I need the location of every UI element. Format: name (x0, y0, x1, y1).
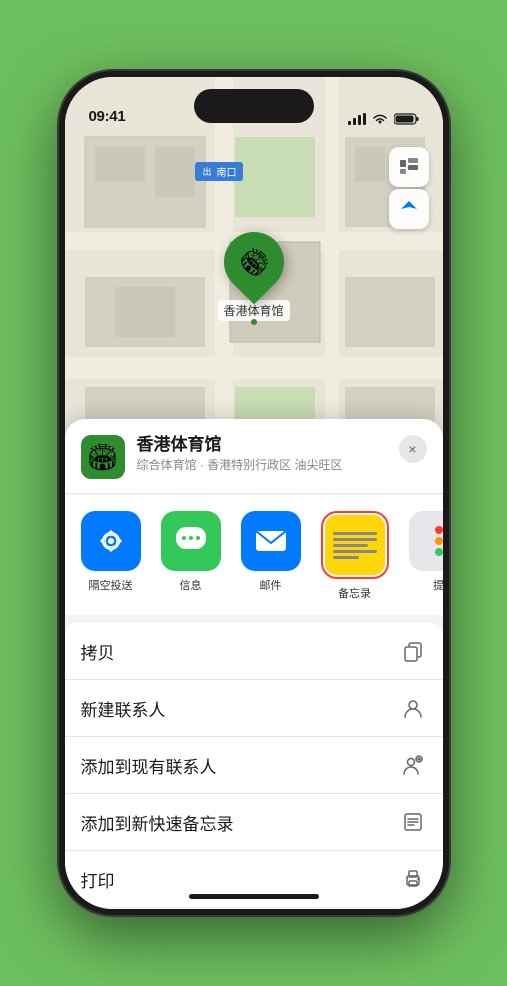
dynamic-island (194, 89, 314, 123)
action-list: 拷贝 新建联系人 (65, 623, 443, 907)
location-header: 🏟 香港体育馆 综合体育馆 · 香港特别行政区 油尖旺区 × (65, 419, 443, 494)
more-icon (409, 511, 443, 571)
share-app-notes[interactable]: 备忘录 (321, 511, 389, 601)
location-description: 综合体育馆 · 香港特别行政区 油尖旺区 (137, 458, 387, 474)
person-icon (399, 694, 427, 722)
notes-line-1 (333, 532, 377, 535)
map-type-icon (398, 156, 420, 178)
pin-inner: 🏟 (231, 240, 275, 284)
location-pin: 🏟 香港体育馆 (217, 232, 289, 321)
action-new-contact[interactable]: 新建联系人 (65, 680, 443, 737)
notes-line-2 (333, 538, 377, 541)
print-label: 打印 (81, 867, 115, 892)
messages-icon (161, 511, 221, 571)
map-exit-label: 出 南口 (195, 162, 243, 181)
signal-icon (348, 113, 366, 125)
map-controls (389, 147, 429, 229)
copy-label: 拷贝 (81, 639, 115, 664)
quick-note-label: 添加到新快速备忘录 (81, 810, 234, 835)
location-button[interactable] (389, 189, 429, 229)
location-thumbnail: 🏟 (81, 435, 125, 479)
share-app-airdrop[interactable]: 隔空投送 (81, 511, 141, 601)
status-time: 09:41 (89, 108, 126, 125)
colored-dots (427, 518, 443, 564)
red-dot (435, 526, 443, 534)
person-add-icon (399, 751, 427, 779)
phone-screen: 09:41 (65, 77, 443, 909)
share-app-mail[interactable]: 邮件 (241, 511, 301, 601)
notes-line-4 (333, 550, 377, 553)
stadium-icon: 🏟 (232, 241, 274, 283)
share-app-messages[interactable]: 信息 (161, 511, 221, 601)
green-dot (435, 548, 443, 556)
copy-icon (399, 637, 427, 665)
venue-icon: 🏟 (86, 442, 119, 473)
orange-dot (435, 537, 443, 545)
status-icons (348, 113, 419, 125)
notes-lines-container (325, 526, 385, 565)
share-apps-row: 隔空投送 信息 (65, 495, 443, 615)
location-arrow-icon (399, 199, 419, 219)
mail-icon (241, 511, 301, 571)
note-icon (399, 808, 427, 836)
more-label: 提 (433, 577, 443, 593)
airdrop-label: 隔空投送 (89, 577, 133, 593)
airdrop-icon (81, 511, 141, 571)
bottom-sheet: 🏟 香港体育馆 综合体育馆 · 香港特别行政区 油尖旺区 × (65, 419, 443, 909)
new-contact-label: 新建联系人 (81, 696, 166, 721)
wifi-icon (372, 113, 388, 125)
add-contact-label: 添加到现有联系人 (81, 753, 217, 778)
notes-label: 备忘录 (338, 585, 371, 601)
close-button[interactable]: × (399, 435, 427, 463)
home-indicator (189, 894, 319, 899)
pin-dot (250, 319, 256, 325)
action-add-contact[interactable]: 添加到现有联系人 (65, 737, 443, 794)
phone-frame: 09:41 (59, 71, 449, 915)
notes-icon (325, 515, 385, 575)
action-copy[interactable]: 拷贝 (65, 623, 443, 680)
location-name: 香港体育馆 (137, 435, 387, 455)
action-quick-note[interactable]: 添加到新快速备忘录 (65, 794, 443, 851)
location-info: 香港体育馆 综合体育馆 · 香港特别行政区 油尖旺区 (137, 435, 387, 474)
mail-label: 邮件 (260, 577, 282, 593)
notes-line-3 (333, 544, 368, 547)
share-app-more[interactable]: 提 (409, 511, 443, 601)
print-icon (399, 865, 427, 893)
battery-icon (394, 113, 419, 125)
notes-highlight (321, 511, 389, 579)
messages-label: 信息 (180, 577, 202, 593)
pin-circle: 🏟 (211, 220, 296, 305)
map-type-button[interactable] (389, 147, 429, 187)
notes-line-5 (333, 556, 359, 559)
